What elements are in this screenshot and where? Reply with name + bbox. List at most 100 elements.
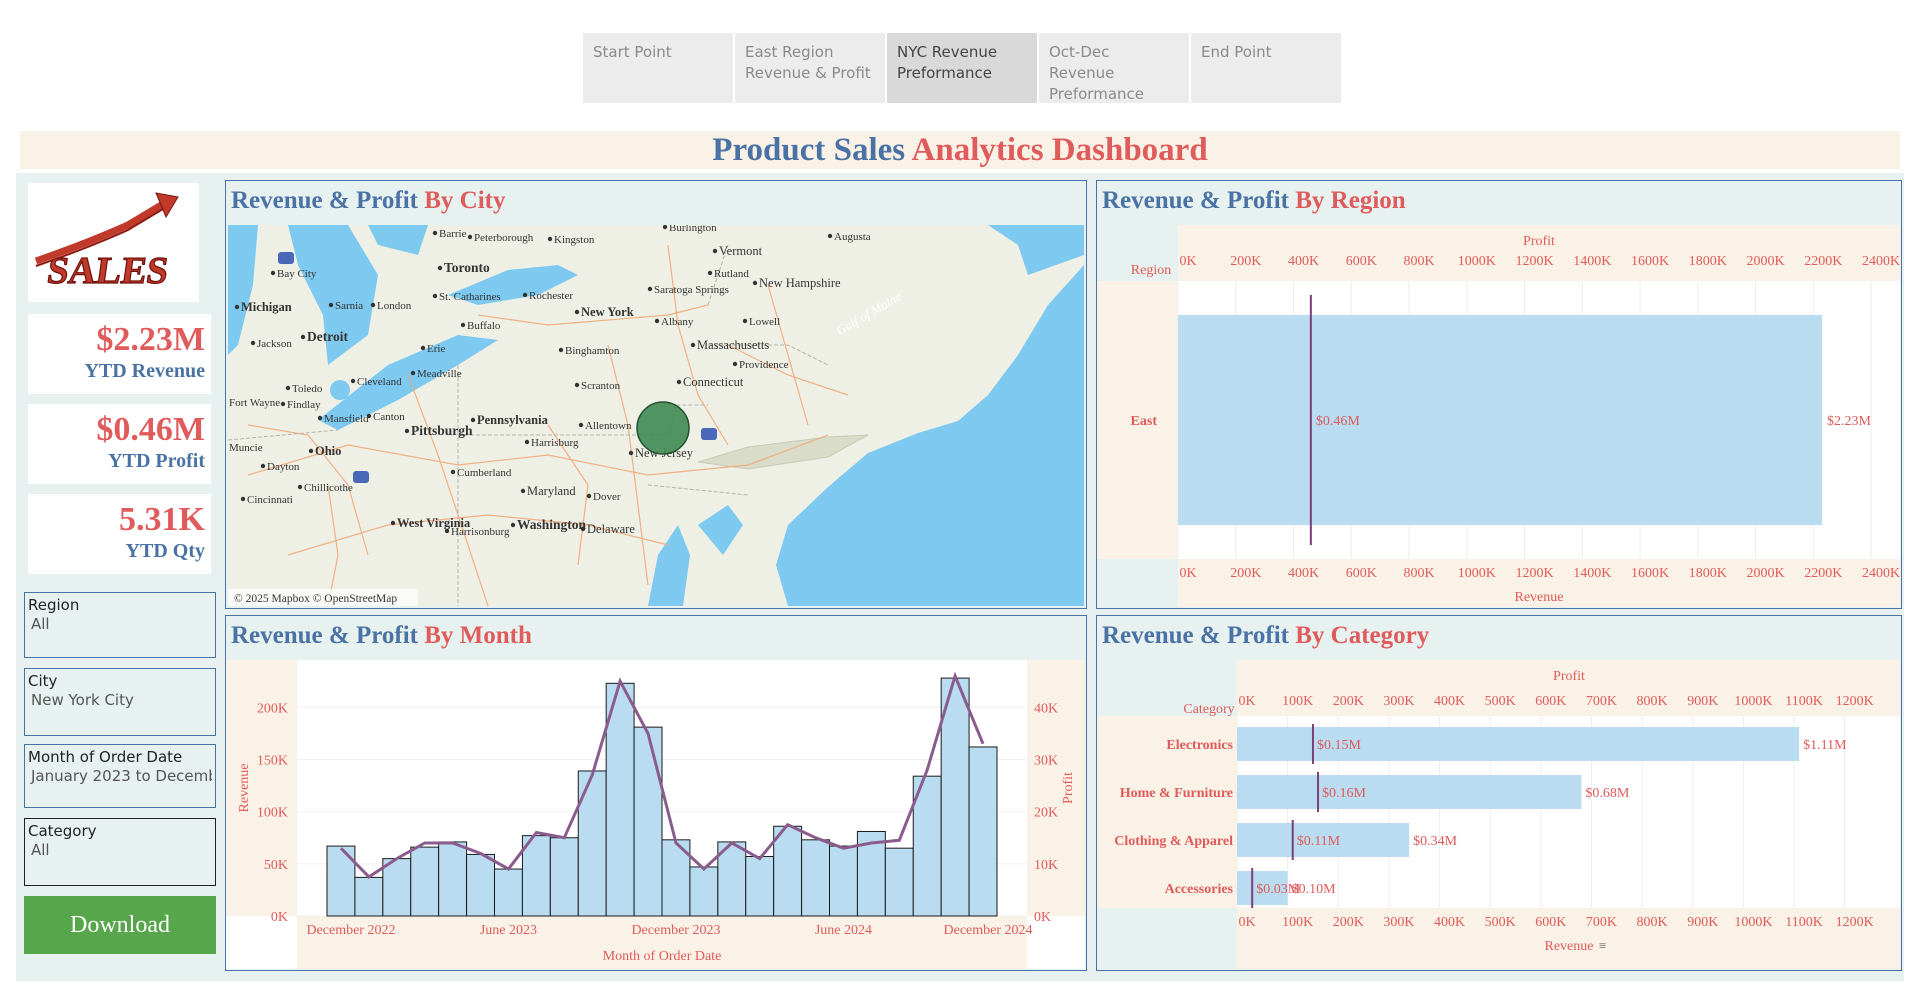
map-label: Detroit bbox=[307, 329, 348, 344]
map-label: Barrie bbox=[439, 228, 467, 240]
revenue-bar[interactable] bbox=[1178, 315, 1823, 525]
map-label: Toledo bbox=[292, 383, 323, 395]
revenue-bar[interactable] bbox=[884, 847, 914, 917]
highway-shield-icon bbox=[278, 252, 294, 264]
category-chart[interactable]: 0K 0K 100K 100K 200K 200K 300K 300K 400K 400K 500K… bbox=[1097, 660, 1900, 969]
story-tab-oct-dec-revenue[interactable]: Oct-Dec Revenue Preformance bbox=[1039, 33, 1189, 103]
sort-icon[interactable]: ≡ bbox=[1599, 938, 1606, 953]
story-tab-start-point[interactable]: Start Point bbox=[583, 33, 733, 103]
map-city-dot bbox=[280, 401, 286, 407]
revenue-bar[interactable] bbox=[801, 839, 830, 917]
revenue-bar[interactable] bbox=[466, 853, 495, 917]
revenue-bar[interactable] bbox=[1237, 775, 1582, 809]
revenue-bar[interactable] bbox=[494, 868, 523, 917]
revenue-value-label: $0.68M bbox=[1585, 786, 1630, 801]
map-city-dot bbox=[522, 292, 528, 298]
kpi-label: YTD Revenue bbox=[84, 360, 205, 382]
bottom-tick-label: 200K bbox=[1333, 915, 1364, 930]
top-tick-label: 2000K bbox=[1747, 254, 1785, 269]
revenue-bar[interactable] bbox=[633, 726, 663, 917]
y-right-tick-label: 0K bbox=[1034, 910, 1051, 925]
nyc-revenue-bubble[interactable] bbox=[636, 401, 690, 455]
revenue-bar[interactable] bbox=[382, 858, 412, 917]
map-city-dot bbox=[366, 413, 372, 419]
story-tab-label: Oct-Dec Revenue bbox=[1049, 43, 1115, 82]
map-city-dot bbox=[520, 488, 526, 494]
top-tick-label: 300K bbox=[1383, 694, 1414, 709]
story-tab-label: Start Point bbox=[593, 43, 672, 61]
top-tick-label: 800K bbox=[1637, 694, 1668, 709]
story-tab-nyc-revenue[interactable]: NYC Revenue Preformance bbox=[887, 33, 1037, 103]
revenue-bar[interactable] bbox=[829, 845, 858, 917]
region-chart[interactable]: 0K 0K 200K 200K 400K 400K 600K 600K 800K 800K 1000… bbox=[1097, 225, 1900, 607]
filter-label: City bbox=[28, 672, 58, 690]
dashboard-title-part2: Analytics Dashboard bbox=[911, 132, 1208, 168]
top-tick-label: 600K bbox=[1346, 254, 1377, 269]
panel-title-b: By City bbox=[424, 187, 506, 214]
map-city-dot bbox=[547, 236, 553, 242]
revenue-bar[interactable] bbox=[549, 837, 579, 917]
story-tab-sublabel: Preformance bbox=[1049, 85, 1144, 103]
top-axis-title: Profit bbox=[1553, 669, 1585, 684]
bottom-tick-label: 1000K bbox=[1734, 915, 1772, 930]
city-map[interactable]: Barrie Peterborough Kingston Burlington Augu… bbox=[228, 225, 1084, 606]
revenue-bar[interactable] bbox=[410, 846, 440, 917]
revenue-bar[interactable] bbox=[438, 841, 468, 917]
bottom-tick-label: 1200K bbox=[1515, 566, 1553, 581]
top-tick-label: 200K bbox=[1230, 254, 1261, 269]
map-label: Scranton bbox=[581, 380, 621, 392]
top-tick-label: 2200K bbox=[1804, 254, 1842, 269]
map-city-dot bbox=[578, 422, 584, 428]
y-left-tick-label: 150K bbox=[257, 753, 288, 768]
category-row-label: Clothing & Apparel bbox=[1114, 834, 1233, 849]
bottom-tick-label: 200K bbox=[1230, 566, 1261, 581]
map-label: Jackson bbox=[257, 338, 292, 350]
map-city-dot bbox=[450, 469, 456, 475]
map-city-dot bbox=[628, 450, 634, 456]
filter-month-of-order-date[interactable]: Month of Order Date January 2023 to Dece… bbox=[24, 744, 216, 808]
map-city-dot bbox=[742, 318, 748, 324]
kpi-ytd-qty: 5.31K YTD Qty bbox=[28, 494, 211, 574]
map-city-dot bbox=[317, 415, 323, 421]
filter-city[interactable]: City New York City bbox=[24, 668, 216, 736]
revenue-bar[interactable] bbox=[773, 825, 803, 917]
story-tab-end-point[interactable]: End Point bbox=[1191, 33, 1341, 103]
x-tick-label: December 2023 bbox=[631, 923, 720, 938]
kpi-ytd-revenue: $2.23M YTD Revenue bbox=[28, 314, 211, 394]
filter-value: January 2023 to Decemb.. bbox=[31, 767, 212, 785]
panel-by-region: Revenue & Profit By Region 0K 0K 200K 200K 4… bbox=[1096, 180, 1902, 609]
top-tick-label: 1000K bbox=[1458, 254, 1496, 269]
map-label: Cumberland bbox=[457, 467, 512, 479]
y-left-tick-label: 200K bbox=[257, 701, 288, 716]
kpi-value: $2.23M bbox=[96, 321, 205, 358]
month-chart[interactable]: 0K 50K 100K 150K 200K 0K 10K 20K 30K 40K Revenue Pr… bbox=[226, 660, 1085, 969]
map-label: Michigan bbox=[241, 300, 292, 314]
map-city-dot bbox=[467, 234, 473, 240]
map-label: Findlay bbox=[287, 399, 321, 411]
revenue-bar[interactable] bbox=[577, 770, 607, 917]
right-axis-band bbox=[1027, 660, 1085, 916]
map-label: Chillicothe bbox=[304, 482, 353, 494]
revenue-bar[interactable] bbox=[968, 746, 998, 917]
top-tick-label: 500K bbox=[1485, 694, 1516, 709]
x-tick-label: June 2023 bbox=[480, 923, 537, 938]
top-tick-label: 0K bbox=[1238, 694, 1255, 709]
revenue-bar[interactable] bbox=[689, 866, 719, 917]
download-button[interactable]: Download bbox=[24, 896, 216, 954]
revenue-bar[interactable] bbox=[354, 876, 384, 917]
filter-region[interactable]: Region All bbox=[24, 592, 216, 658]
story-tab-label: End Point bbox=[1201, 43, 1272, 61]
sales-arrow-icon: SALES bbox=[34, 192, 179, 293]
filter-category[interactable]: Category All bbox=[24, 818, 216, 886]
filter-label: Month of Order Date bbox=[28, 748, 183, 766]
map-label: Buffalo bbox=[467, 320, 501, 332]
map-label: Cincinnati bbox=[247, 494, 293, 506]
bottom-tick-label: 600K bbox=[1535, 915, 1566, 930]
map-city-dot bbox=[676, 379, 682, 385]
story-tab-east-region[interactable]: East Region Revenue & Profit bbox=[735, 33, 885, 103]
bottom-tick-label: 2000K bbox=[1747, 566, 1785, 581]
map-city-dot bbox=[712, 248, 718, 254]
map-label: Bay City bbox=[277, 268, 317, 280]
revenue-bar[interactable] bbox=[745, 856, 775, 917]
map-city-dot bbox=[510, 522, 516, 528]
